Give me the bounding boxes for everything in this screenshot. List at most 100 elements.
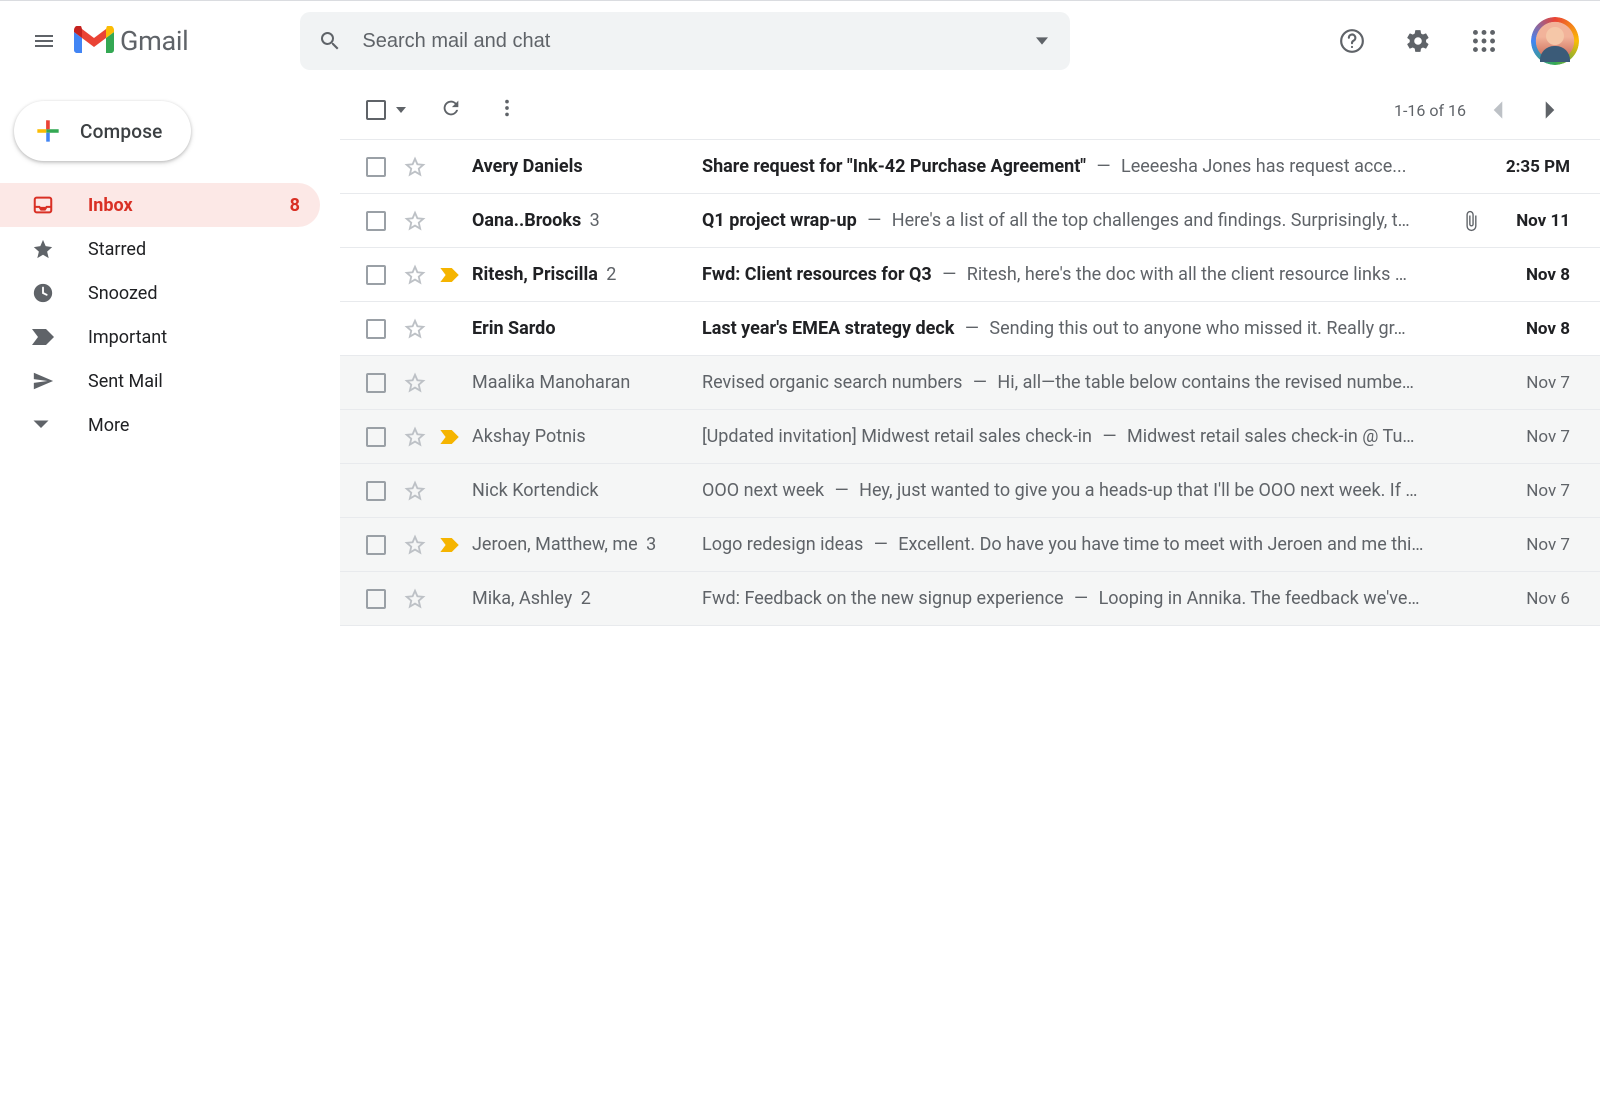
compose-button[interactable]: Compose — [14, 101, 191, 161]
sidebar-item-more[interactable]: More — [0, 403, 320, 447]
sender: Mika, Ashley 2 — [472, 588, 702, 609]
star-button[interactable] — [404, 372, 426, 394]
sender: Erin Sardo — [472, 318, 702, 339]
subject-snippet: Revised organic search numbers — Hi, all… — [702, 372, 1496, 393]
email-row[interactable]: Oana..Brooks 3Q1 project wrap-up — Here'… — [340, 194, 1600, 248]
star-button[interactable] — [404, 156, 426, 178]
toolbar: 1-16 of 16 — [340, 81, 1600, 139]
inbox-badge: 8 — [290, 195, 300, 216]
email-row[interactable]: Jeroen, Matthew, me 3Logo redesign ideas… — [340, 518, 1600, 572]
search-options-button[interactable] — [1036, 32, 1048, 51]
apps-button[interactable] — [1462, 19, 1506, 63]
account-avatar[interactable] — [1534, 20, 1576, 62]
select-all-button[interactable] — [366, 100, 406, 120]
row-checkbox[interactable] — [366, 319, 386, 339]
menu-icon — [32, 29, 56, 53]
row-checkbox[interactable] — [366, 265, 386, 285]
star-button[interactable] — [404, 588, 426, 610]
compose-label: Compose — [80, 120, 163, 143]
date: Nov 7 — [1496, 535, 1570, 555]
refresh-button[interactable] — [440, 97, 462, 123]
date: Nov 7 — [1496, 373, 1570, 393]
sidebar-item-starred[interactable]: Starred — [0, 227, 320, 271]
sender: Ritesh, Priscilla 2 — [472, 264, 702, 285]
clock-icon — [32, 282, 60, 304]
email-row[interactable]: Akshay Potnis[Updated invitation] Midwes… — [340, 410, 1600, 464]
star-button[interactable] — [404, 210, 426, 232]
important-marker[interactable] — [440, 268, 462, 282]
row-checkbox[interactable] — [366, 211, 386, 231]
star-button[interactable] — [404, 426, 426, 448]
star-button[interactable] — [404, 318, 426, 340]
subject-snippet: Fwd: Client resources for Q3 — Ritesh, h… — [702, 264, 1496, 285]
header: Gmail — [0, 1, 1600, 81]
date: Nov 8 — [1496, 265, 1570, 285]
logo[interactable]: Gmail — [74, 25, 188, 57]
star-button[interactable] — [404, 264, 426, 286]
date: Nov 7 — [1496, 427, 1570, 447]
main-pane: 1-16 of 16 Avery DanielsShare request fo… — [340, 81, 1600, 1101]
search-icon[interactable] — [318, 29, 342, 53]
inbox-icon — [32, 194, 60, 216]
sidebar-item-important[interactable]: Important — [0, 315, 320, 359]
important-marker[interactable] — [440, 538, 462, 552]
sidebar-item-sent[interactable]: Sent Mail — [0, 359, 320, 403]
subject-snippet: Last year's EMEA strategy deck — Sending… — [702, 318, 1496, 339]
row-checkbox[interactable] — [366, 373, 386, 393]
nav-list: Inbox 8 Starred Snoozed Important Sent M… — [0, 183, 340, 447]
more-actions-button[interactable] — [496, 97, 518, 123]
pagination-label: 1-16 of 16 — [1394, 101, 1466, 120]
email-row[interactable]: Nick KortendickOOO next week — Hey, just… — [340, 464, 1600, 518]
subject-snippet: [Updated invitation] Midwest retail sale… — [702, 426, 1496, 447]
subject-snippet: Fwd: Feedback on the new signup experien… — [702, 588, 1496, 609]
header-actions — [1330, 19, 1576, 63]
email-list: Avery DanielsShare request for "Ink-42 P… — [340, 139, 1600, 626]
date: Nov 7 — [1496, 481, 1570, 501]
nav-label: Inbox — [88, 195, 133, 216]
row-checkbox[interactable] — [366, 427, 386, 447]
more-vert-icon — [496, 97, 518, 119]
main-menu-button[interactable] — [20, 17, 68, 65]
nav-label: Important — [88, 327, 167, 348]
prev-page-button[interactable] — [1478, 90, 1518, 130]
date: Nov 11 — [1496, 211, 1570, 231]
chevron-right-icon — [1544, 100, 1556, 120]
help-icon — [1339, 28, 1365, 54]
settings-button[interactable] — [1396, 19, 1440, 63]
email-row[interactable]: Mika, Ashley 2Fwd: Feedback on the new s… — [340, 572, 1600, 626]
subject-snippet: Share request for "Ink-42 Purchase Agree… — [702, 156, 1496, 177]
row-checkbox[interactable] — [366, 535, 386, 555]
email-row[interactable]: Ritesh, Priscilla 2Fwd: Client resources… — [340, 248, 1600, 302]
star-button[interactable] — [404, 534, 426, 556]
subject-snippet: Logo redesign ideas — Excellent. Do have… — [702, 534, 1496, 555]
search-bar[interactable] — [300, 12, 1070, 70]
brand-label: Gmail — [120, 25, 188, 57]
gear-icon — [1405, 28, 1431, 54]
sender: Oana..Brooks 3 — [472, 210, 702, 231]
next-page-button[interactable] — [1530, 90, 1570, 130]
row-checkbox[interactable] — [366, 157, 386, 177]
email-row[interactable]: Maalika ManoharanRevised organic search … — [340, 356, 1600, 410]
nav-label: Sent Mail — [88, 371, 163, 392]
attachment-icon — [1460, 210, 1482, 232]
sender: Nick Kortendick — [472, 480, 702, 501]
help-button[interactable] — [1330, 19, 1374, 63]
star-button[interactable] — [404, 480, 426, 502]
date: Nov 8 — [1496, 319, 1570, 339]
email-row[interactable]: Avery DanielsShare request for "Ink-42 P… — [340, 140, 1600, 194]
sidebar-item-inbox[interactable]: Inbox 8 — [0, 183, 320, 227]
gmail-logo-icon — [74, 26, 114, 56]
sidebar: Compose Inbox 8 Starred Snoozed Importan… — [0, 81, 340, 1101]
important-marker[interactable] — [440, 430, 462, 444]
date: 2:35 PM — [1496, 157, 1570, 177]
row-checkbox[interactable] — [366, 481, 386, 501]
nav-label: More — [88, 415, 129, 436]
chevron-down-icon — [32, 416, 60, 434]
caret-down-icon — [396, 107, 406, 113]
nav-label: Snoozed — [88, 283, 158, 304]
sidebar-item-snoozed[interactable]: Snoozed — [0, 271, 320, 315]
subject-snippet: Q1 project wrap-up — Here's a list of al… — [702, 210, 1460, 231]
email-row[interactable]: Erin SardoLast year's EMEA strategy deck… — [340, 302, 1600, 356]
row-checkbox[interactable] — [366, 589, 386, 609]
search-input[interactable] — [362, 30, 1052, 53]
